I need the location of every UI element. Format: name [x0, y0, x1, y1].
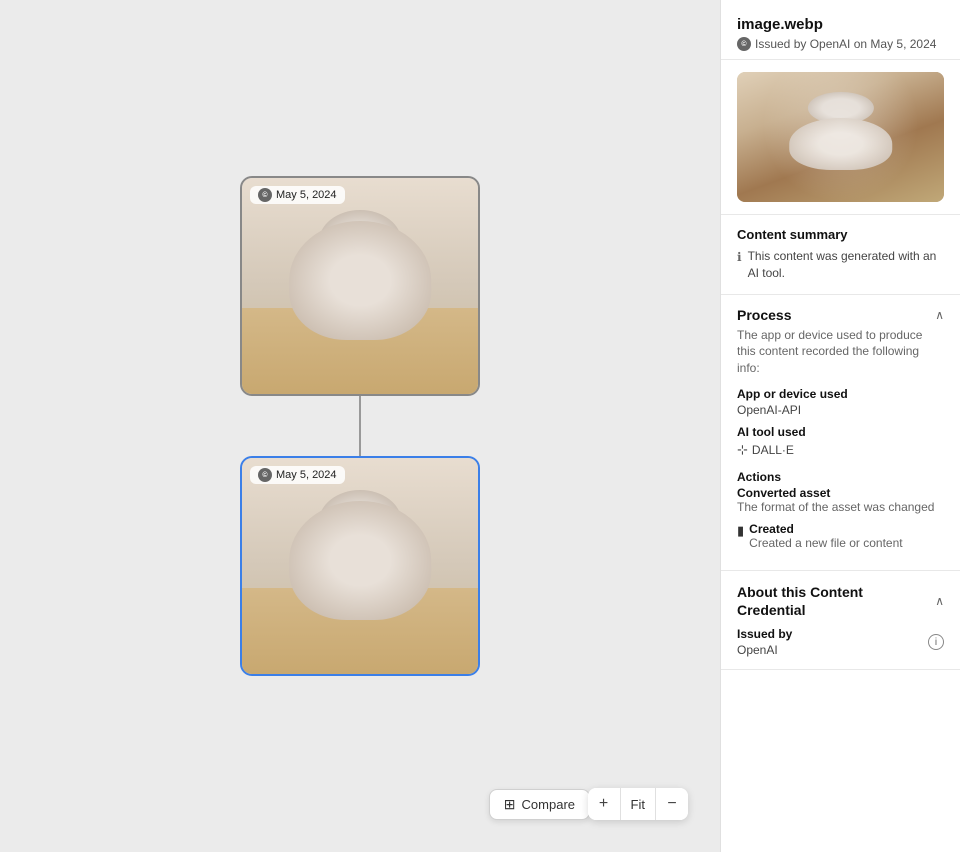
- zoom-out-button[interactable]: −: [656, 788, 688, 820]
- action-converted-title: Converted asset: [737, 486, 944, 500]
- process-header[interactable]: Process ∧: [737, 307, 944, 323]
- c2pa-icon-top: ©: [258, 188, 272, 202]
- about-title: About this Content Credential: [737, 583, 935, 619]
- bottom-image-card[interactable]: © May 5, 2024: [240, 456, 480, 676]
- issued-by-text: Issued by OpenAI on May 5, 2024: [755, 37, 936, 51]
- file-title: image.webp: [737, 16, 944, 33]
- app-label: App or device used: [737, 387, 944, 401]
- zoom-out-icon: −: [667, 795, 676, 813]
- top-cat-image: [242, 178, 478, 394]
- ai-tool-label: AI tool used: [737, 425, 944, 439]
- connector-line: [359, 396, 361, 456]
- c2pa-icon-bottom: ©: [258, 468, 272, 482]
- canvas-content: © May 5, 2024 © May 5, 2024: [240, 176, 480, 676]
- issued-by-label: Issued by: [737, 627, 792, 641]
- process-chevron: ∧: [935, 308, 944, 322]
- bottom-card-date: May 5, 2024: [276, 469, 337, 481]
- process-subtitle: The app or device used to produce this c…: [737, 327, 944, 377]
- sidebar: image.webp © Issued by OpenAI on May 5, …: [720, 0, 960, 852]
- top-card-date-badge: © May 5, 2024: [250, 186, 345, 204]
- about-chevron: ∧: [935, 594, 944, 608]
- about-section: About this Content Credential ∧ Issued b…: [721, 571, 960, 670]
- dalle-icon: ⊹: [737, 442, 748, 458]
- action-created-title: Created: [749, 522, 902, 536]
- issued-by-info-icon[interactable]: i: [928, 634, 944, 650]
- info-icon: ℹ: [737, 249, 742, 266]
- actions-label: Actions: [737, 470, 944, 484]
- ai-tool-value: ⊹ DALL·E: [737, 442, 794, 458]
- action-created-desc: Created a new file or content: [749, 536, 902, 550]
- cat-body-bottom: [289, 501, 431, 620]
- content-summary-desc: This content was generated with an AI to…: [748, 248, 944, 282]
- content-summary-section: Content summary ℹ This content was gener…: [721, 215, 960, 295]
- issued-by-value: OpenAI: [737, 643, 792, 657]
- action-created-text: Created Created a new file or content: [749, 522, 902, 550]
- action-created: ▮ Created Created a new file or content: [737, 522, 944, 550]
- zoom-controls: + Fit −: [588, 788, 688, 820]
- zoom-fit-label[interactable]: Fit: [620, 788, 656, 820]
- process-title: Process: [737, 307, 791, 323]
- about-header[interactable]: About this Content Credential ∧: [737, 583, 944, 619]
- action-converted-desc: The format of the asset was changed: [737, 500, 944, 514]
- process-section: Process ∧ The app or device used to prod…: [721, 295, 960, 571]
- compare-label: Compare: [522, 797, 575, 812]
- top-card-date: May 5, 2024: [276, 189, 337, 201]
- bottom-card-date-badge: © May 5, 2024: [250, 466, 345, 484]
- thumbnail-container: [721, 60, 960, 215]
- issued-by-line: © Issued by OpenAI on May 5, 2024: [737, 37, 944, 51]
- compare-icon: ⊞: [504, 796, 516, 813]
- issued-by-row: Issued by OpenAI i: [737, 627, 944, 657]
- issued-by-group: Issued by OpenAI: [737, 627, 792, 657]
- top-image-card[interactable]: © May 5, 2024: [240, 176, 480, 396]
- action-converted: Converted asset The format of the asset …: [737, 486, 944, 514]
- content-summary-title: Content summary: [737, 227, 944, 242]
- compare-button[interactable]: ⊞ Compare: [489, 789, 590, 820]
- sidebar-header: image.webp © Issued by OpenAI on May 5, …: [721, 0, 960, 60]
- app-value: OpenAI-API: [737, 403, 944, 417]
- zoom-in-icon: +: [599, 795, 608, 813]
- canvas-area: © May 5, 2024 © May 5, 2024 ⊞ Compare +: [0, 0, 720, 852]
- created-icon: ▮: [737, 523, 744, 539]
- content-summary-info: ℹ This content was generated with an AI …: [737, 248, 944, 282]
- c2pa-badge-icon: ©: [737, 37, 751, 51]
- cat-body-top: [289, 221, 431, 340]
- bottom-cat-image: [242, 458, 478, 674]
- thumbnail-image: [737, 72, 944, 202]
- zoom-in-button[interactable]: +: [588, 788, 620, 820]
